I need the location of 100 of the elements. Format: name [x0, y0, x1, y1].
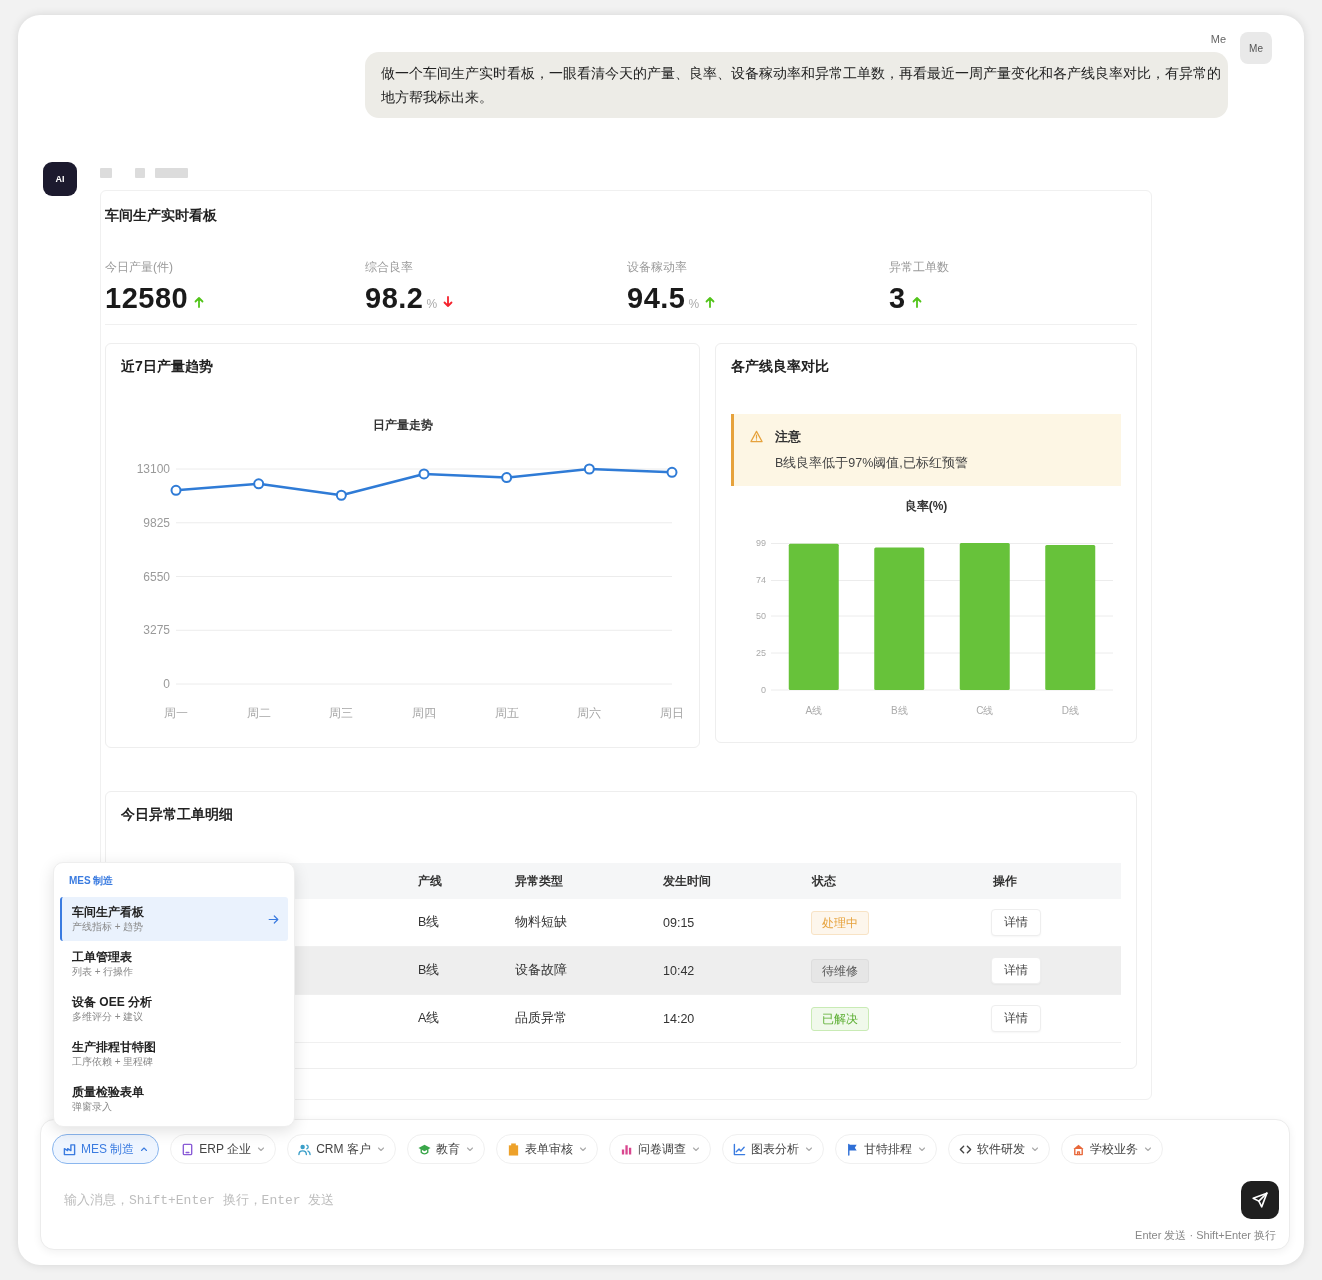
column-header: 状态 — [812, 872, 836, 890]
menu-item-title: 设备 OEE 分析 — [72, 994, 152, 1010]
category-chip[interactable]: CRM 客户 — [287, 1134, 396, 1164]
x-axis-label: B线 — [890, 705, 908, 716]
y-axis-label: 3275 — [143, 623, 170, 638]
kpi-value: 94.5 — [627, 281, 686, 315]
table-cell: B线 — [418, 915, 440, 929]
menu-item[interactable]: 工单管理表 列表 + 行操作 — [60, 942, 288, 986]
message-input[interactable]: 输入消息，Shift+Enter 换行，Enter 发送 — [52, 1182, 1229, 1218]
column-header: 发生时间 — [663, 872, 711, 890]
category-chip[interactable]: 软件研发 — [947, 1134, 1050, 1164]
table-cell: 设备故障 — [515, 963, 567, 977]
category-chip[interactable]: 教育 — [406, 1134, 485, 1164]
table-cell: A线 — [418, 1011, 440, 1025]
send-icon — [1252, 1192, 1268, 1208]
table-cell: 14:20 — [663, 1011, 695, 1026]
alert-title: 注意 — [775, 429, 801, 446]
y-axis-label: 6550 — [143, 569, 170, 584]
menu-item-subtitle: 产线指标 + 趋势 — [72, 920, 144, 934]
menu-item-title: 质量检验表单 — [72, 1084, 144, 1100]
kpi-label: 今日产量(件) — [105, 259, 173, 276]
details-button[interactable]: 详情 — [991, 957, 1041, 984]
menu-item[interactable]: 车间生产看板 产线指标 + 趋势 — [60, 897, 288, 941]
y-axis-label: 13100 — [136, 462, 170, 476]
kpi-label: 设备稼动率 — [627, 259, 687, 276]
category-chip[interactable]: 问卷调查 — [608, 1134, 711, 1164]
warning-icon — [750, 430, 763, 443]
y-axis-label: 9825 — [143, 515, 170, 530]
category-chip[interactable]: MES 制造 — [52, 1134, 160, 1164]
menu-item-title: 生产排程甘特图 — [72, 1039, 156, 1055]
x-axis-label: 周日 — [660, 706, 684, 720]
details-button[interactable]: 详情 — [991, 1005, 1041, 1032]
menu-item[interactable]: 设备 OEE 分析 多维评分 + 建议 — [60, 987, 288, 1031]
user-avatar: Me — [1240, 32, 1272, 64]
category-chip[interactable]: 甘特排程 — [834, 1134, 937, 1164]
kpi-unit: % — [688, 297, 700, 311]
x-axis-label: 周四 — [412, 706, 436, 720]
user-message: 做一个车间生产实时看板，一眼看清今天的产量、良率、设备稼动率和异常工单数，再看最近一周产量变化和各产线良率对比，有异常的地方帮我标出来。 — [365, 52, 1228, 118]
message-composer[interactable]: MES 制造 ERP 企业 CRM 客户 教育 表单审核 问卷调查 图表分析 甘特排程 软件研发 学校业务 输入消息，Shift+Enter 换行，Enter 发送 Enter 发送 · Shift+Enter 换行 — [40, 1119, 1290, 1250]
data-point — [583, 463, 595, 475]
x-axis-label: 周六 — [577, 706, 602, 720]
y-axis-label: 99 — [756, 538, 766, 549]
chevron-down-icon — [1030, 1145, 1039, 1153]
category-chip[interactable]: 学校业务 — [1060, 1134, 1163, 1164]
table-cell: 品质异常 — [515, 1011, 567, 1025]
chevron-down-icon — [257, 1145, 266, 1153]
keyboard-hint: Enter 发送 · Shift+Enter 换行 — [1135, 1229, 1276, 1241]
data-point — [170, 484, 182, 496]
x-axis-label: 周二 — [246, 706, 271, 720]
card-title: 近7日产量趋势 — [121, 357, 214, 376]
kpi-label: 异常工单数 — [889, 259, 949, 276]
table-cell: B线 — [418, 963, 440, 977]
table-cell: 物料短缺 — [515, 915, 567, 929]
x-axis-label: D线 — [1061, 705, 1079, 716]
y-axis-label: 50 — [756, 611, 766, 621]
kpi-label: 综合良率 — [365, 259, 413, 276]
status-tag: 待维修 — [811, 958, 869, 983]
menu-item-subtitle: 工序依赖 + 里程碑 — [72, 1055, 154, 1069]
x-axis-label: 周三 — [329, 706, 354, 720]
menu-item[interactable]: 生产排程甘特图 工序依赖 + 里程碑 — [60, 1032, 288, 1076]
send-button[interactable] — [1241, 1181, 1279, 1219]
y-axis-label: 0 — [163, 677, 170, 691]
kpi-value: 98.2 — [365, 281, 424, 315]
dashboard-title: 车间生产实时看板 — [105, 206, 218, 225]
menu-item-subtitle: 弹窗录入 — [72, 1100, 112, 1114]
y-axis-label: 25 — [756, 648, 766, 658]
category-chip[interactable]: ERP 企业 — [170, 1134, 277, 1164]
status-tag: 已解决 — [811, 1006, 869, 1031]
card-title: 今日异常工单明细 — [121, 805, 234, 824]
data-point — [253, 478, 265, 490]
card-title: 各产线良率对比 — [731, 357, 830, 376]
x-axis-label: C线 — [976, 705, 994, 716]
data-point — [666, 466, 678, 478]
kpi-value: 12580 — [105, 281, 189, 315]
data-point — [501, 472, 513, 484]
data-point — [418, 468, 430, 480]
menu-item-subtitle: 列表 + 行操作 — [72, 965, 134, 979]
menu-item-title: 工单管理表 — [72, 949, 132, 965]
alert-text: B线良率低于97%阈值,已标红预警 — [775, 455, 968, 472]
x-axis-label: A线 — [805, 705, 823, 716]
menu-item-subtitle: 多维评分 + 建议 — [72, 1010, 144, 1024]
status-tag: 处理中 — [811, 910, 869, 935]
sender-name: Me — [1210, 32, 1226, 46]
category-chip[interactable]: 表单审核 — [495, 1134, 598, 1164]
y-axis-label: 0 — [761, 685, 766, 695]
assistant-avatar: AI — [43, 162, 77, 196]
chart-title: 日产量走势 — [373, 418, 433, 432]
category-chip[interactable]: 图表分析 — [721, 1134, 824, 1164]
chevron-down-icon — [691, 1145, 700, 1153]
chevron-up-icon — [140, 1145, 149, 1153]
details-button[interactable]: 详情 — [991, 909, 1041, 936]
x-axis-label: 周五 — [494, 706, 519, 720]
menu-heading: MES 制造 — [68, 874, 114, 888]
chevron-down-icon — [578, 1145, 587, 1153]
y-axis-label: 74 — [756, 575, 766, 586]
chevron-down-icon — [917, 1145, 926, 1153]
chevron-down-icon — [465, 1145, 474, 1153]
arrow-right-icon — [268, 913, 279, 925]
data-point — [335, 489, 347, 501]
menu-item[interactable]: 质量检验表单 弹窗录入 — [60, 1077, 288, 1121]
